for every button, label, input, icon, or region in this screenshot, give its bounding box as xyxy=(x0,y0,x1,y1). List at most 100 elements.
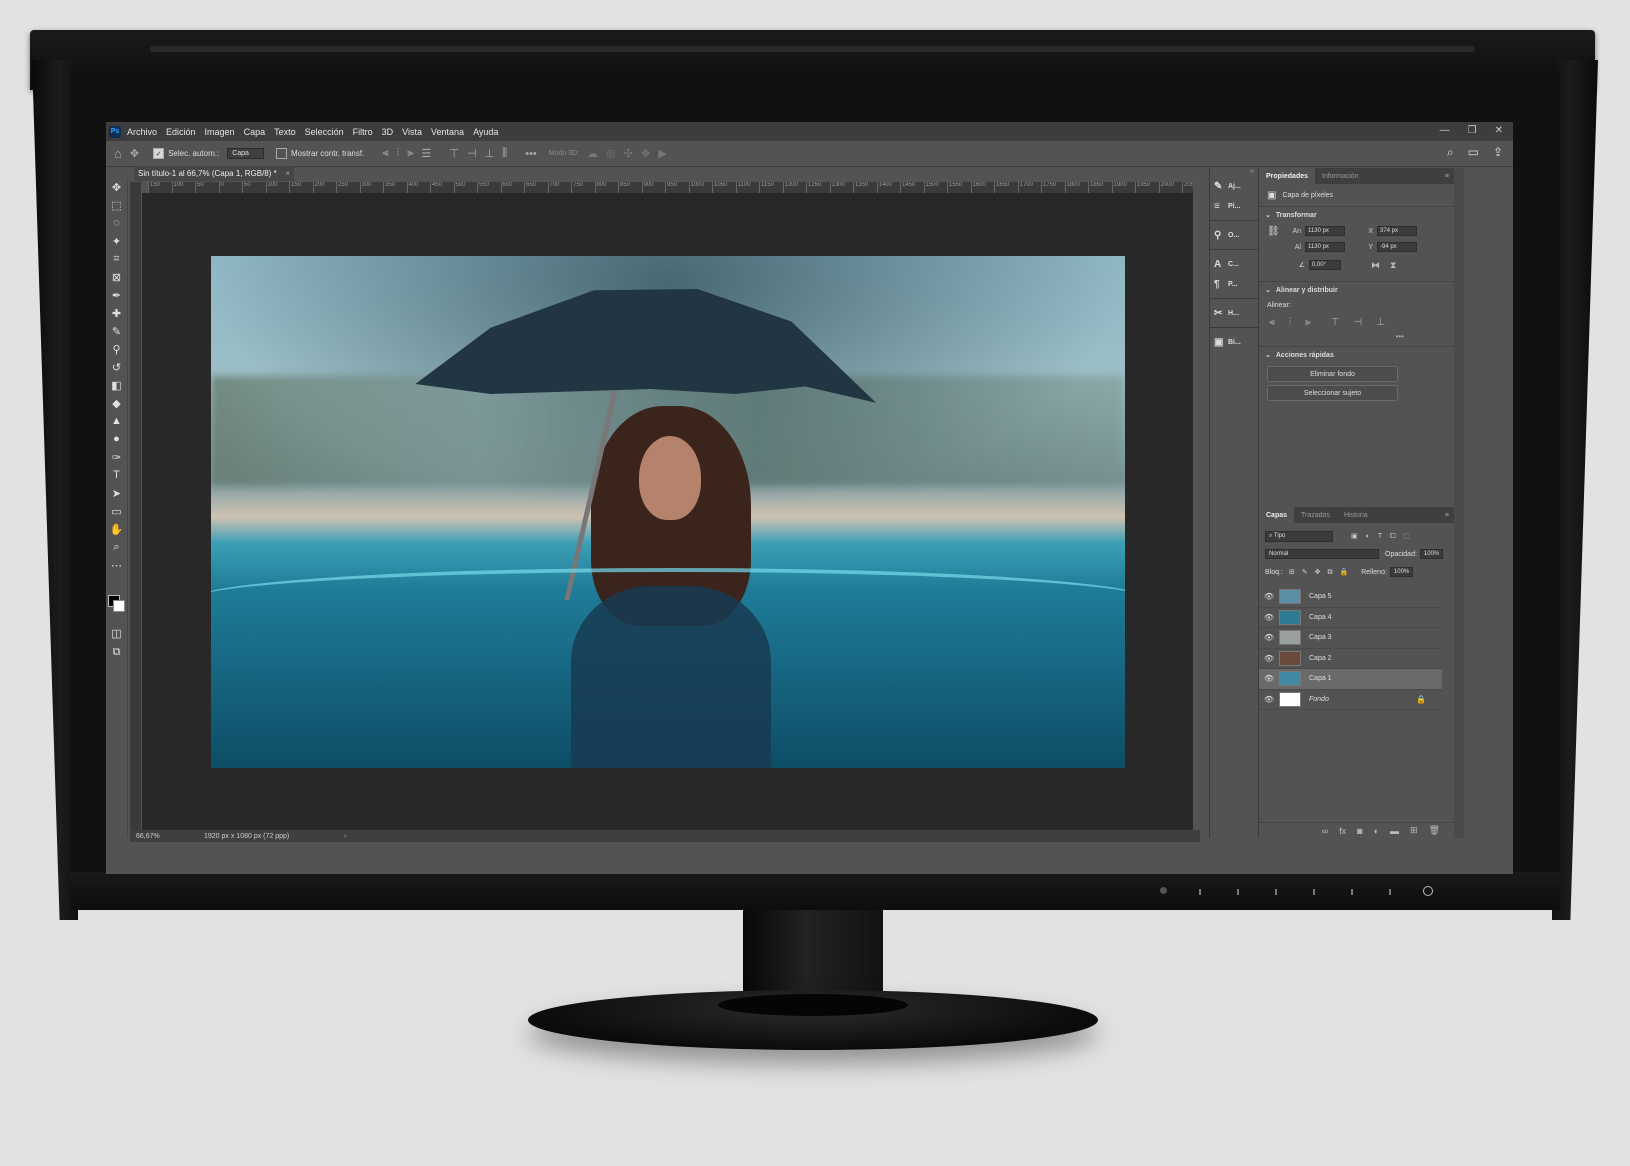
more-tools-icon[interactable]: ⋯ xyxy=(106,556,127,574)
x-field[interactable]: 374 px xyxy=(1377,226,1417,236)
share-icon[interactable]: ⇪ xyxy=(1493,145,1503,160)
adjustment-layer-icon[interactable]: ◐ xyxy=(1374,826,1379,836)
tab-propiedades[interactable]: Propiedades xyxy=(1259,168,1316,184)
pen-icon[interactable]: ✑ xyxy=(106,448,127,466)
magic-wand-icon[interactable]: ✦ xyxy=(106,232,127,250)
align-left-edges-icon[interactable]: ⫷ xyxy=(1269,317,1275,328)
select-subject-button[interactable]: Seleccionar sujeto xyxy=(1267,385,1398,401)
path-selection-icon[interactable]: ➤ xyxy=(106,484,127,502)
delete-layer-icon[interactable]: 🗑 xyxy=(1429,825,1440,836)
monitor-button-3[interactable] xyxy=(1275,889,1277,895)
layer-row[interactable]: 👁 Capa 4 xyxy=(1259,608,1442,628)
background-color-swatch[interactable] xyxy=(113,600,125,612)
angle-field[interactable]: 0,00° xyxy=(1309,260,1341,270)
layers-menu-icon[interactable]: ≡ xyxy=(1445,512,1449,519)
auto-select-option[interactable]: ✓ Selec. autom.: xyxy=(153,148,219,159)
blur-icon[interactable]: ▲ xyxy=(106,412,127,430)
menu-archivo[interactable]: Archivo xyxy=(127,127,157,137)
collapsed-panel-item[interactable]: ¶ P... xyxy=(1210,274,1258,294)
monitor-button-6[interactable] xyxy=(1389,889,1391,895)
home-icon[interactable]: ⌂ xyxy=(114,146,122,161)
layer-mask-icon[interactable]: ◙ xyxy=(1357,826,1362,836)
monitor-button-4[interactable] xyxy=(1313,889,1315,895)
collapsed-panel-item[interactable]: ✂ H... xyxy=(1210,303,1258,323)
align-top-icon[interactable]: ⊤ xyxy=(449,147,459,160)
lock-icons[interactable]: ⊞✎✥⧉🔒 xyxy=(1289,568,1355,577)
layer-row[interactable]: 👁 Capa 2 xyxy=(1259,649,1442,669)
tab-historia[interactable]: Historia xyxy=(1337,507,1375,523)
menu-ventana[interactable]: Ventana xyxy=(431,127,464,137)
quick-actions-header[interactable]: ⌄ Acciones rápidas xyxy=(1259,346,1454,363)
close-tab-icon[interactable]: × xyxy=(285,169,290,178)
collapsed-panel-item[interactable]: ✎ Aj... xyxy=(1210,176,1258,196)
layer-filter-select[interactable]: ⌕ Tipo xyxy=(1265,530,1333,542)
new-group-icon[interactable]: ▬ xyxy=(1390,826,1399,836)
layer-row[interactable]: 👁 Capa 5 xyxy=(1259,587,1442,608)
panel-menu-icon[interactable]: ≡ xyxy=(1445,173,1449,180)
auto-select-target[interactable]: Capa xyxy=(227,148,264,159)
quick-mask-icon[interactable]: ◫ xyxy=(106,624,127,642)
distribute-icon[interactable]: ☰ xyxy=(422,147,432,160)
collapsed-panel-item[interactable]: ≡ Pi... xyxy=(1210,196,1258,216)
zoom-icon[interactable]: ⌕ xyxy=(106,538,127,556)
align-top-edges-icon[interactable]: ⊤ xyxy=(1331,317,1340,328)
layer-style-icon[interactable]: fx xyxy=(1339,826,1346,836)
visibility-eye-icon[interactable]: 👁 xyxy=(1259,674,1279,683)
align-center-icon[interactable]: ⫶ xyxy=(397,147,400,160)
align-horizontal-centers-icon[interactable]: ⫶ xyxy=(1289,317,1292,328)
menu-seleccion[interactable]: Selección xyxy=(305,127,344,137)
align-left-icon[interactable]: ⫷ xyxy=(382,147,388,160)
menu-vista[interactable]: Vista xyxy=(402,127,422,137)
workspace-icon[interactable]: ▭ xyxy=(1468,145,1479,160)
collapse-panels-icon[interactable]: « xyxy=(1210,168,1258,176)
menu-texto[interactable]: Texto xyxy=(274,127,296,137)
monitor-button-5[interactable] xyxy=(1351,889,1353,895)
visibility-eye-icon[interactable]: 👁 xyxy=(1259,695,1279,704)
auto-select-target-select[interactable]: Capa xyxy=(227,148,264,159)
menu-ayuda[interactable]: Ayuda xyxy=(473,127,498,137)
show-transform-option[interactable]: Mostrar contr. transf. xyxy=(275,148,364,159)
hand-icon[interactable]: ✋ xyxy=(106,520,127,538)
type-icon[interactable]: T xyxy=(106,466,127,484)
more-align-options-icon[interactable]: ••• xyxy=(1259,332,1454,346)
power-button[interactable] xyxy=(1423,886,1433,896)
collapsed-panel-item[interactable]: ▣ Bi... xyxy=(1210,332,1258,352)
close-button[interactable]: ✕ xyxy=(1495,125,1503,136)
more-options-icon[interactable]: ••• xyxy=(525,148,537,160)
collapsed-panel-item[interactable]: A C... xyxy=(1210,254,1258,274)
healing-brush-icon[interactable]: ✚ xyxy=(106,304,127,322)
align-bottom-icon[interactable]: ⊥ xyxy=(485,147,495,160)
clone-stamp-icon[interactable]: ⚲ xyxy=(106,340,127,358)
link-layers-icon[interactable]: ∞ xyxy=(1322,826,1328,836)
menu-filtro[interactable]: Filtro xyxy=(353,127,373,137)
brush-icon[interactable]: ✎ xyxy=(106,322,127,340)
document-tab[interactable]: Sin título-1 al 66,7% (Capa 1, RGB/8) * … xyxy=(134,166,294,181)
layer-row[interactable]: 👁 Capa 1 xyxy=(1259,669,1442,690)
chevron-right-icon[interactable]: › xyxy=(344,833,346,840)
minimize-button[interactable]: — xyxy=(1440,125,1450,136)
menu-3d[interactable]: 3D xyxy=(382,127,394,137)
rectangle-icon[interactable]: ▭ xyxy=(106,502,127,520)
transform-header[interactable]: ⌄ Transformar xyxy=(1259,206,1454,223)
eyedropper-icon[interactable]: ✒ xyxy=(106,286,127,304)
frame-icon[interactable]: ⊠ xyxy=(106,268,127,286)
fill-field[interactable]: 100% xyxy=(1389,567,1414,577)
align-right-edges-icon[interactable]: ⫸ xyxy=(1305,317,1311,328)
align-middle-icon[interactable]: ⊣ xyxy=(467,147,477,160)
move-tool-icon[interactable]: ✥ xyxy=(130,147,139,160)
search-icon[interactable]: ⌕ xyxy=(1447,145,1454,160)
photo-woman-umbrella-in-water[interactable] xyxy=(211,256,1125,768)
menu-imagen[interactable]: Imagen xyxy=(205,127,235,137)
layer-row[interactable]: 👁 Capa 3 xyxy=(1259,628,1442,649)
visibility-eye-icon[interactable]: 👁 xyxy=(1259,592,1279,601)
eraser-icon[interactable]: ◧ xyxy=(106,376,127,394)
layer-filter-icons[interactable]: ▣◐T⧠⬚ xyxy=(1351,532,1418,541)
height-field[interactable]: 1130 px xyxy=(1305,242,1345,252)
flip-vertical-icon[interactable]: ⧗ xyxy=(1390,260,1396,271)
new-layer-icon[interactable]: ⊞ xyxy=(1410,825,1418,836)
align-right-icon[interactable]: ⫸ xyxy=(407,147,413,160)
visibility-eye-icon[interactable]: 👁 xyxy=(1259,633,1279,642)
flip-horizontal-icon[interactable]: ⧓ xyxy=(1371,260,1380,271)
history-brush-icon[interactable]: ↺ xyxy=(106,358,127,376)
distribute-vertical-icon[interactable]: ⫼ xyxy=(502,147,507,160)
